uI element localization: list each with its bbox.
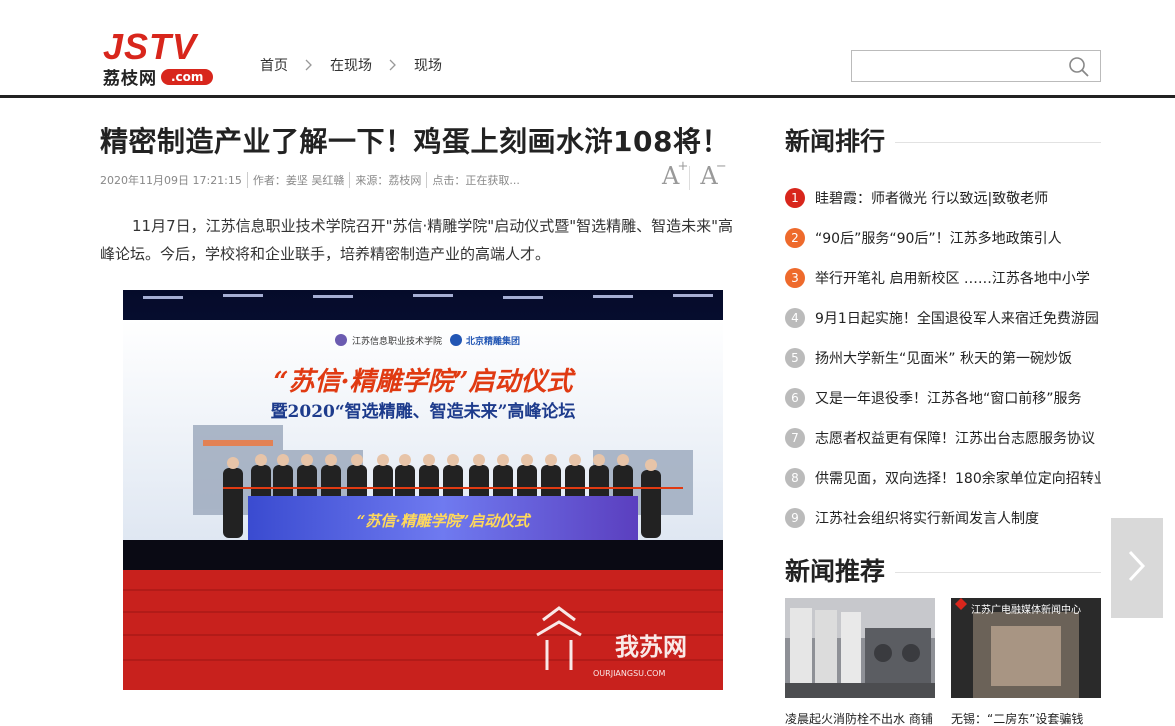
recommend-title: 新闻推荐 xyxy=(785,557,886,586)
chevron-right-icon xyxy=(389,59,397,71)
podium-text: “苏信·精雕学院”启动仪式 xyxy=(357,512,532,530)
font-size-controls: A + A − xyxy=(656,159,727,190)
search-input[interactable] xyxy=(852,51,1062,81)
recommend-card[interactable]: 江苏广电融媒体新闻中心 无锡：“二房东”设套骗钱 xyxy=(951,598,1101,726)
article-source: 来源：荔枝网 xyxy=(355,172,428,188)
recommend-header: 新闻推荐 xyxy=(785,552,1101,588)
article-photo: 江苏信息职业技术学院 北京精雕集团 “苏信·精雕学院”启动仪式 暨2020“智选… xyxy=(123,290,723,690)
ranking-header: 新闻排行 xyxy=(785,122,1101,158)
rank-title[interactable]: “90后”服务“90后”！江苏多地政策引人 xyxy=(815,228,1101,248)
rank-title[interactable]: 又是一年退役季！江苏各地“窗口前移”服务 xyxy=(815,388,1101,408)
rank-badge: 5 xyxy=(785,348,805,368)
screen-title-text: “苏信·精雕学院”启动仪式 xyxy=(274,367,577,397)
site-header: JSTV 荔枝网 .com 首页 在现场 现场 xyxy=(0,0,1175,98)
list-item[interactable]: 8 供需见面，双向选择！180余家单位定向招转业 xyxy=(785,458,1101,498)
list-item[interactable]: 4 9月1日起实施！全国退役军人来宿迁免费游园 xyxy=(785,298,1101,338)
recommend-caption[interactable]: 无锡：“二房东”设套骗钱 xyxy=(951,710,1101,726)
ranking-title: 新闻排行 xyxy=(785,127,886,156)
list-item[interactable]: 6 又是一年退役季！江苏各地“窗口前移”服务 xyxy=(785,378,1101,418)
rank-badge: 7 xyxy=(785,428,805,448)
font-decrease-button[interactable]: A − xyxy=(694,159,726,190)
recommend-card[interactable]: 凌晨起火消防栓不出水 商铺 xyxy=(785,598,935,726)
list-item[interactable]: 7 志愿者权益更有保障！江苏出台志愿服务协议 xyxy=(785,418,1101,458)
rank-badge: 4 xyxy=(785,308,805,328)
list-item[interactable]: 2 “90后”服务“90后”！江苏多地政策引人 xyxy=(785,218,1101,258)
rank-title[interactable]: 举行开笔礼 启用新校区 ……江苏各地中小学 xyxy=(815,268,1101,288)
recommend-thumbnail[interactable]: 江苏广电融媒体新闻中心 xyxy=(951,598,1101,698)
logo-main-text: JSTV xyxy=(103,26,198,67)
rank-title[interactable]: 供需见面，双向选择！180余家单位定向招转业 xyxy=(815,468,1101,488)
divider xyxy=(689,166,691,190)
recommend-overlay-text: 江苏广电融媒体新闻中心 xyxy=(971,605,1081,616)
breadcrumb: 首页 在现场 现场 xyxy=(260,55,442,75)
recommend-caption[interactable]: 凌晨起火消防栓不出水 商铺 xyxy=(785,710,935,726)
search-icon[interactable] xyxy=(1068,56,1090,78)
ranking-list: 1 眭碧霞：师者微光 行以致远|致敬老师 2 “90后”服务“90后”！江苏多地政策… xyxy=(785,178,1101,538)
article-clicks: 点击：正在获取... xyxy=(432,174,520,187)
article-lead: 11月7日，江苏信息职业技术学院召开"苏信·精雕学院"启动仪式暨"智选精雕、智造… xyxy=(100,217,733,263)
logo-cn-text: 荔枝网 xyxy=(103,69,157,89)
list-item[interactable]: 1 眭碧霞：师者微光 行以致远|致敬老师 xyxy=(785,178,1101,218)
article-datetime: 2020年11月09日 17:21:15 xyxy=(100,172,248,188)
search-box xyxy=(851,50,1101,82)
next-page-button[interactable] xyxy=(1111,518,1163,618)
rank-badge: 3 xyxy=(785,268,805,288)
article-author: 作者：姜坚 吴红赣 xyxy=(253,172,351,188)
rank-badge: 9 xyxy=(785,508,805,528)
rank-badge: 1 xyxy=(785,188,805,208)
rank-badge: 6 xyxy=(785,388,805,408)
list-item[interactable]: 9 江苏社会组织将实行新闻发言人制度 xyxy=(785,498,1101,538)
rank-title[interactable]: 江苏社会组织将实行新闻发言人制度 xyxy=(815,508,1101,528)
breadcrumb-onsite[interactable]: 在现场 xyxy=(330,55,372,75)
chevron-right-icon xyxy=(305,59,313,71)
divider xyxy=(895,571,1101,573)
font-increase-button[interactable]: A + xyxy=(656,159,689,190)
screen-subtitle-text: 暨2020“智选精雕、智造未来”高峰论坛 xyxy=(271,401,576,422)
article-title: 精密制造产业了解一下！鸡蛋上刻画水浒108将！ xyxy=(100,125,730,158)
watermark-url-text: OURJIANGSU.COM xyxy=(593,669,665,678)
rank-title[interactable]: 9月1日起实施！全国退役军人来宿迁免费游园 xyxy=(815,308,1101,328)
screen-logo-left-text: 江苏信息职业技术学院 xyxy=(352,335,442,347)
rank-title[interactable]: 眭碧霞：师者微光 行以致远|致敬老师 xyxy=(815,188,1101,208)
article-meta: 2020年11月09日 17:21:15 作者：姜坚 吴红赣 来源：荔枝网 点击… xyxy=(100,172,530,188)
logo-com-badge: .com xyxy=(161,68,214,85)
divider xyxy=(895,141,1101,143)
rank-title[interactable]: 扬州大学新生“见面米” 秋天的第一碗炒饭 xyxy=(815,348,1101,368)
rank-badge: 8 xyxy=(785,468,805,488)
font-decrease-sup: − xyxy=(715,159,727,174)
rank-badge: 2 xyxy=(785,228,805,248)
chevron-right-icon xyxy=(1127,549,1147,587)
list-item[interactable]: 5 扬州大学新生“见面米” 秋天的第一碗炒饭 xyxy=(785,338,1101,378)
rank-title[interactable]: 志愿者权益更有保障！江苏出台志愿服务协议 xyxy=(815,428,1101,448)
breadcrumb-scene[interactable]: 现场 xyxy=(414,55,442,75)
watermark-text: 我苏网 xyxy=(615,633,687,661)
font-increase-sup: + xyxy=(677,159,689,174)
site-logo[interactable]: JSTV 荔枝网 .com xyxy=(103,26,235,89)
list-item[interactable]: 3 举行开笔礼 启用新校区 ……江苏各地中小学 xyxy=(785,258,1101,298)
screen-logo-right-text: 北京精雕集团 xyxy=(466,335,520,347)
recommend-thumbnail[interactable] xyxy=(785,598,935,698)
breadcrumb-home[interactable]: 首页 xyxy=(260,55,288,75)
